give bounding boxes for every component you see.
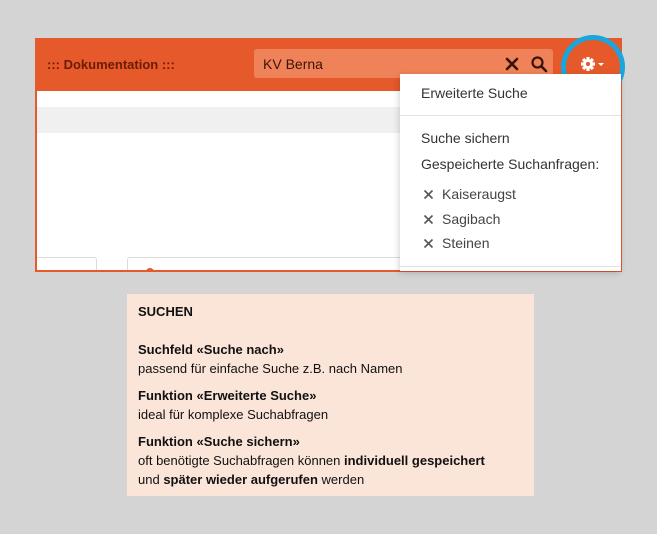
- info-panel: SUCHEN Suchfeld «Suche nach» passend für…: [127, 294, 534, 496]
- app-title: ::: Dokumentation :::: [47, 57, 175, 72]
- close-icon[interactable]: [503, 55, 521, 73]
- content-card: [127, 257, 429, 270]
- search-icon[interactable]: [530, 55, 548, 73]
- text-fragment-bold: individuell gespeichert: [344, 453, 485, 468]
- menu-item-advanced-search[interactable]: Erweiterte Suche: [421, 85, 528, 101]
- close-icon[interactable]: [423, 189, 434, 200]
- content-card: [37, 257, 97, 270]
- info-section-title: Funktion «Erweiterte Suche»: [138, 388, 317, 403]
- info-heading: SUCHEN: [138, 304, 193, 319]
- info-section-title: Suchfeld «Suche nach»: [138, 342, 284, 357]
- info-section-title: Funktion «Suche sichern»: [138, 434, 300, 449]
- saved-query-label: Steinen: [442, 235, 490, 251]
- text-fragment: werden: [317, 472, 365, 487]
- info-section-text: oft benötigte Suchabfragen können indivi…: [138, 453, 485, 468]
- text-fragment-bold: später wieder aufgerufen: [163, 472, 318, 487]
- marker-dot: [146, 268, 154, 270]
- saved-queries-heading: Gespeicherte Suchanfragen:: [421, 156, 600, 172]
- close-icon[interactable]: [423, 214, 434, 225]
- search-value: KV Berna: [263, 56, 323, 72]
- saved-query-item[interactable]: Sagibach: [423, 211, 500, 227]
- menu-divider: [400, 115, 621, 116]
- settings-dropdown-menu: Erweiterte Suche Suche sichern Gespeiche…: [400, 74, 621, 271]
- info-section-text: passend für einfache Suche z.B. nach Nam…: [138, 361, 403, 376]
- menu-item-save-search[interactable]: Suche sichern: [421, 130, 510, 146]
- saved-query-label: Sagibach: [442, 211, 501, 227]
- close-icon[interactable]: [423, 238, 434, 249]
- info-section-text: und später wieder aufgerufen werden: [138, 472, 364, 487]
- saved-query-item[interactable]: Kaiseraugst: [423, 186, 516, 202]
- menu-divider: [400, 266, 621, 267]
- text-fragment: und: [138, 472, 164, 487]
- info-section-text: ideal für komplexe Suchabfragen: [138, 407, 329, 422]
- saved-query-item[interactable]: Steinen: [423, 235, 489, 251]
- saved-query-label: Kaiseraugst: [442, 186, 516, 202]
- text-fragment: oft benötigte Suchabfragen können: [138, 453, 344, 468]
